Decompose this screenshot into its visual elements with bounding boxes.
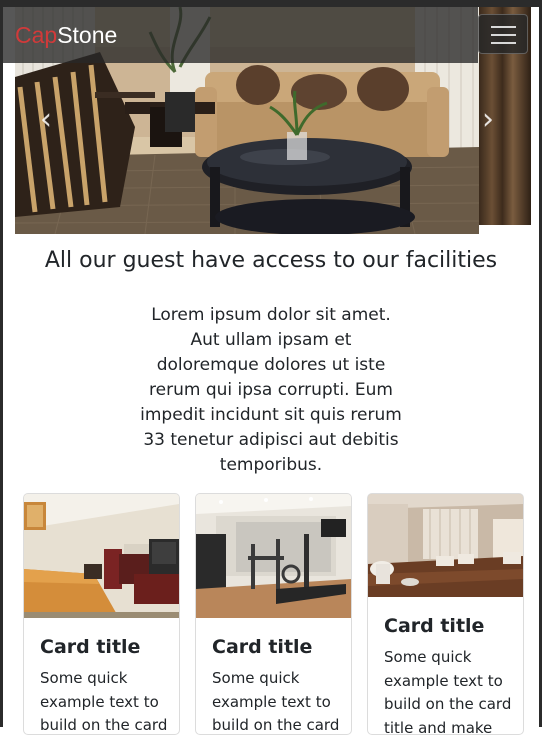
card-title: Card title: [212, 636, 313, 658]
card-gym-image: [196, 494, 351, 618]
card-spa: Card title Some quick example text to bu…: [367, 493, 524, 735]
window-left-border: [0, 0, 3, 727]
card-title: Card title: [40, 636, 141, 658]
card-room-image: [24, 494, 179, 618]
card-text: Some quick example text to build on the …: [212, 669, 340, 734]
hamburger-icon: [491, 26, 516, 28]
card-text: Some quick example text to build on the …: [40, 669, 168, 734]
facilities-description: Lorem ipsum dolor sit amet. Aut ullam ip…: [140, 305, 402, 475]
card-title: Card title: [384, 615, 485, 637]
window-top-border: [0, 0, 542, 7]
card-text: Some quick example text to build on the …: [384, 648, 512, 735]
card-room: Card title Some quick example text to bu…: [23, 493, 180, 735]
carousel-prev-icon[interactable]: ‹: [40, 105, 52, 135]
brand-logo[interactable]: CapStone: [15, 21, 117, 49]
facilities-heading: All our guest have access to our facilit…: [44, 248, 498, 273]
card-spa-image: [368, 494, 523, 597]
menu-toggle-button[interactable]: [478, 14, 528, 54]
brand-prefix: Cap: [15, 22, 58, 48]
card-gym: Card title Some quick example text to bu…: [195, 493, 352, 735]
brand-suffix: Stone: [57, 22, 118, 48]
carousel-next-icon[interactable]: ›: [482, 105, 494, 135]
